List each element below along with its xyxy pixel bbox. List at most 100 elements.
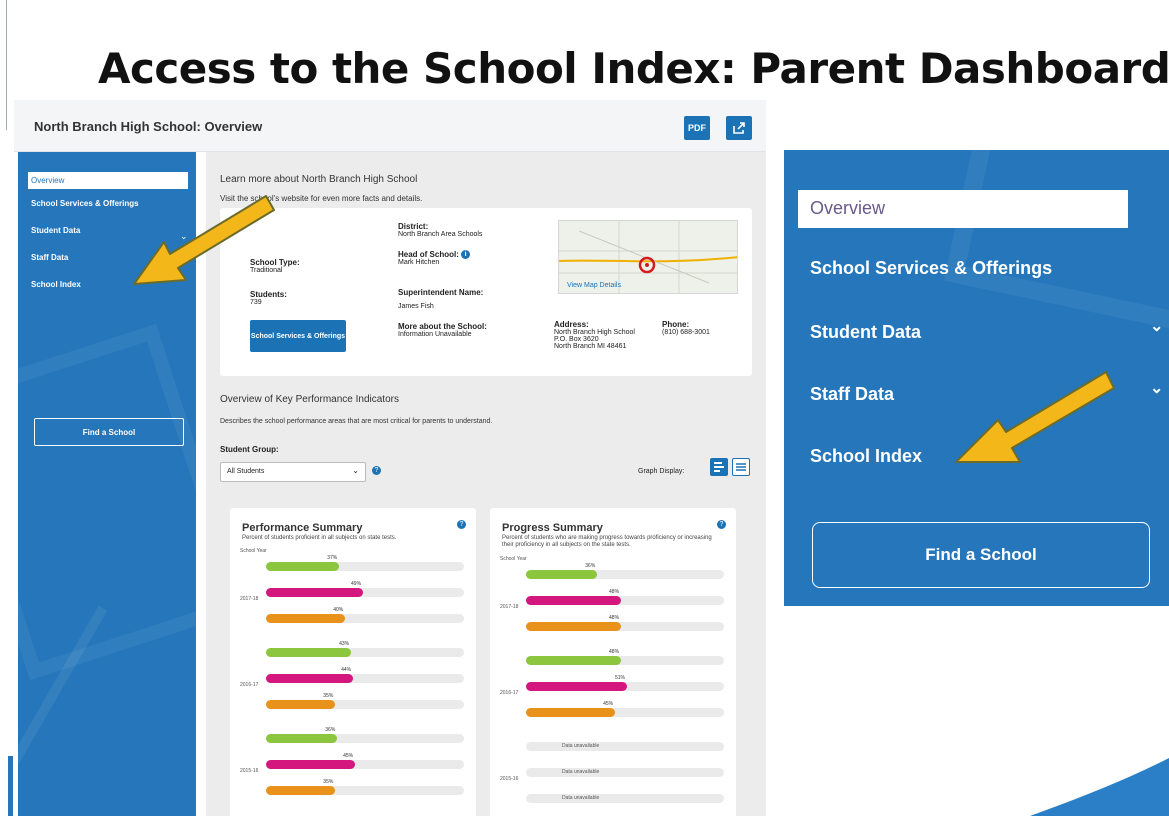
performance-subtitle: Percent of students proficient in all su… — [242, 535, 397, 541]
table-view-toggle[interactable] — [732, 458, 750, 476]
bar-value-label: 48% — [609, 615, 620, 621]
more-about-field: More about the School: Information Unavai… — [398, 322, 487, 338]
chevron-down-icon[interactable]: ⌄ — [1150, 316, 1163, 336]
bar-orange[interactable] — [266, 614, 346, 623]
info-icon[interactable]: i — [461, 250, 471, 260]
zoom-nav-item-services[interactable]: School Services & Offerings — [810, 258, 1052, 279]
main-content: Learn more about North Branch High Schoo… — [206, 152, 766, 816]
bar-value-label: 45% — [343, 753, 354, 759]
bar-view-toggle[interactable] — [710, 458, 728, 476]
superintendent-field: Superintendent Name: James Fish — [398, 288, 484, 310]
bar-track: 36% — [526, 563, 724, 579]
dashboard-header: North Branch High School: Overview PDF — [14, 100, 766, 152]
panel-decoration — [943, 150, 1169, 335]
bar-track: 48% — [526, 649, 724, 665]
bar-green[interactable] — [526, 656, 622, 665]
bar-value-label: 35% — [323, 779, 334, 785]
year-label: 2017-18 — [500, 604, 519, 610]
year-label: 2016-17 — [240, 682, 259, 688]
progress-help-icon[interactable]: ? — [717, 520, 726, 529]
view-map-link[interactable]: View Map Details — [567, 282, 621, 289]
intro-heading: Learn more about North Branch High Schoo… — [220, 174, 418, 185]
zoom-nav-item-student-data[interactable]: Student Data — [810, 322, 921, 343]
bar-track: Data unavailable — [526, 768, 724, 777]
sidebar-decoration — [18, 323, 196, 681]
chevron-down-icon: ⌄ — [352, 466, 359, 475]
bar-value-label: 43% — [339, 641, 350, 647]
bar-orange[interactable] — [266, 786, 336, 795]
zoom-find-school-button[interactable]: Find a School — [812, 522, 1150, 588]
year-label: 2017-18 — [240, 596, 259, 602]
bar-value-label: 45% — [603, 701, 614, 707]
slide-title: Access to the School Index: Parent Dashb… — [98, 44, 1169, 93]
bar-green[interactable] — [266, 648, 352, 657]
bar-value-label: 48% — [609, 589, 620, 595]
find-school-button[interactable]: Find a School — [34, 418, 184, 446]
graph-display-label: Graph Display: — [638, 468, 685, 475]
zoom-nav-item-overview[interactable]: Overview — [798, 190, 1128, 228]
bar-track: 48% — [526, 589, 724, 605]
bar-track: 49% — [266, 581, 464, 597]
bar-track: 45% — [526, 701, 724, 717]
decorative-swoosh — [1030, 758, 1169, 816]
bar-magenta[interactable] — [266, 674, 354, 683]
bar-value-label: 35% — [323, 693, 334, 699]
bar-track: 44% — [266, 667, 464, 683]
bar-magenta[interactable] — [526, 682, 627, 691]
sidebar-item-overview[interactable]: Overview — [28, 172, 188, 189]
bar-value-label: 36% — [325, 727, 336, 733]
pdf-button[interactable]: PDF — [684, 116, 710, 140]
bar-track: Data unavailable — [526, 794, 724, 803]
slide-divider — [6, 0, 7, 130]
year-label: 2015-16 — [500, 776, 519, 782]
bar-magenta[interactable] — [266, 588, 364, 597]
bar-green[interactable] — [266, 562, 340, 571]
bar-track: 48% — [526, 615, 724, 631]
table-icon — [736, 463, 746, 471]
chevron-down-icon[interactable]: ⌄ — [1150, 378, 1163, 398]
bar-track: 35% — [266, 693, 464, 709]
bar-track: 45% — [266, 753, 464, 769]
bar-orange[interactable] — [266, 700, 336, 709]
bar-track: 40% — [266, 607, 464, 623]
performance-summary-panel: Performance Summary Percent of students … — [230, 508, 476, 816]
not-available-label: Data unavailable — [562, 743, 600, 749]
not-available-label: Data unavailable — [562, 795, 600, 801]
bar-value-label: 40% — [333, 607, 344, 613]
bar-magenta[interactable] — [526, 596, 622, 605]
share-icon — [733, 122, 745, 134]
district-field: District: North Branch Area Schools — [398, 222, 483, 238]
year-label: 2015-16 — [240, 768, 259, 774]
bar-value-label: 36% — [585, 563, 596, 569]
bar-green[interactable] — [526, 570, 598, 579]
progress-subtitle: Percent of students who are making progr… — [502, 535, 712, 548]
bar-green[interactable] — [266, 734, 338, 743]
school-services-button[interactable]: School Services & Offerings — [250, 320, 346, 352]
year-axis-label: School Year — [500, 556, 527, 562]
zoom-nav-item-school-index[interactable]: School Index — [810, 446, 922, 467]
bar-track: 35% — [266, 779, 464, 795]
zoom-nav-item-staff-data[interactable]: Staff Data — [810, 384, 894, 405]
performance-help-icon[interactable]: ? — [457, 520, 466, 529]
page-title: North Branch High School: Overview — [34, 119, 263, 134]
student-group-label: Student Group: — [220, 445, 279, 454]
performance-title: Performance Summary — [242, 522, 363, 534]
bar-chart-icon — [714, 462, 724, 472]
bar-value-label: 49% — [351, 581, 362, 587]
arrow-icon — [955, 371, 1115, 463]
student-group-help-icon[interactable]: ? — [372, 466, 381, 475]
bar-orange[interactable] — [526, 708, 616, 717]
bar-magenta[interactable] — [266, 760, 356, 769]
student-group-select[interactable]: All Students ⌄ — [220, 462, 366, 482]
progress-summary-panel: Progress Summary Percent of students who… — [490, 508, 736, 816]
year-label: 2016-17 — [500, 690, 519, 696]
share-button[interactable] — [726, 116, 752, 140]
bar-value-label: 51% — [614, 675, 625, 681]
bar-track: Data unavailable — [526, 742, 724, 751]
bar-track: 51% — [526, 675, 724, 691]
progress-title: Progress Summary — [502, 522, 603, 534]
address-field: Address: North Branch High School P.O. Box… — [554, 320, 635, 350]
school-map[interactable]: View Map Details — [558, 220, 738, 294]
bar-value-label: 37% — [327, 555, 338, 561]
bar-orange[interactable] — [526, 622, 622, 631]
